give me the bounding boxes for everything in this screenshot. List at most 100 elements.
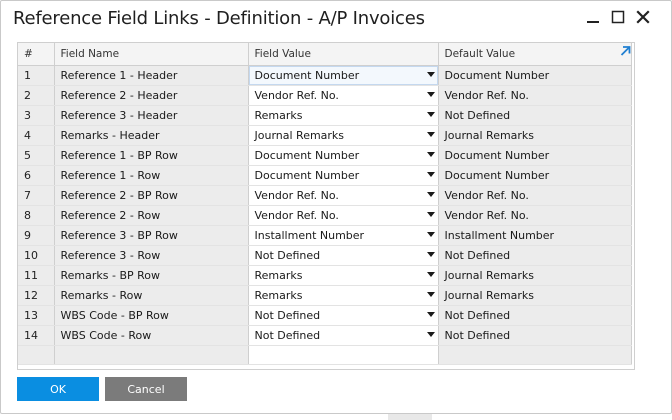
row-number: 7 (18, 185, 55, 206)
table-row[interactable]: 11 Remarks - BP Row Remarks Journal Rema… (18, 265, 632, 286)
default-value-cell: Journal Remarks (438, 265, 632, 286)
column-header-default-value[interactable]: Default Value (438, 43, 632, 66)
field-value-text: Document Number (254, 169, 360, 182)
field-value-dropdown[interactable]: Document Number (248, 65, 439, 86)
table-row[interactable]: 9 Reference 3 - BP Row Installment Numbe… (18, 225, 632, 246)
maximize-icon (611, 10, 625, 24)
field-value-text: Not Defined (254, 309, 321, 322)
default-value-cell: Vendor Ref. No. (438, 85, 632, 106)
field-value-dropdown[interactable] (248, 345, 439, 365)
title-bar[interactable]: Reference Field Links - Definition - A/P… (1, 1, 671, 37)
default-value-cell: Not Defined (438, 325, 632, 346)
field-value-dropdown[interactable]: Vendor Ref. No. (248, 205, 439, 226)
row-number: 13 (18, 305, 55, 326)
dropdown-arrow-icon[interactable] (426, 112, 435, 117)
default-value-cell: Journal Remarks (438, 285, 632, 306)
dropdown-arrow-icon[interactable] (426, 232, 435, 237)
field-name-cell: Remarks - Header (54, 125, 249, 146)
dropdown-arrow-icon[interactable] (426, 152, 435, 157)
field-value-text: Remarks (254, 109, 303, 122)
field-value-dropdown[interactable]: Vendor Ref. No. (248, 85, 439, 106)
grid-header-row: # Field Name Field Value Default Value (18, 43, 632, 66)
table-row[interactable]: 2 Reference 2 - Header Vendor Ref. No. V… (18, 85, 632, 106)
row-number (18, 345, 55, 365)
table-row[interactable]: 6 Reference 1 - Row Document Number Docu… (18, 165, 632, 186)
field-value-dropdown[interactable]: Remarks (248, 105, 439, 126)
table-row[interactable]: 13 WBS Code - BP Row Not Defined Not Def… (18, 305, 632, 326)
cancel-button-label: Cancel (127, 382, 165, 396)
column-header-number[interactable]: # (18, 43, 55, 66)
dropdown-arrow-icon[interactable] (426, 292, 435, 297)
field-name-cell: WBS Code - Row (54, 325, 249, 346)
dropdown-arrow-icon[interactable] (426, 92, 435, 97)
maximize-button[interactable] (606, 5, 630, 29)
row-number: 4 (18, 125, 55, 146)
dropdown-arrow-icon[interactable] (426, 132, 435, 137)
field-value-dropdown[interactable]: Journal Remarks (248, 125, 439, 146)
default-value-cell: Installment Number (438, 225, 632, 246)
field-value-text: Not Defined (254, 249, 321, 262)
field-value-dropdown[interactable]: Not Defined (248, 325, 439, 346)
field-name-cell (54, 345, 249, 365)
field-name-cell: Reference 3 - BP Row (54, 225, 249, 246)
dropdown-arrow-icon[interactable] (426, 172, 435, 177)
row-number: 6 (18, 165, 55, 186)
table-row[interactable]: 1 Reference 1 - Header Document Number D… (18, 65, 632, 86)
dropdown-arrow-icon[interactable] (426, 72, 435, 77)
ok-button-label: OK (50, 382, 66, 396)
field-value-dropdown[interactable]: Remarks (248, 265, 439, 286)
table-row[interactable]: 3 Reference 3 - Header Remarks Not Defin… (18, 105, 632, 126)
empty-table-row[interactable] (18, 345, 632, 365)
table-row[interactable]: 12 Remarks - Row Remarks Journal Remarks (18, 285, 632, 306)
table-row[interactable]: 8 Reference 2 - Row Vendor Ref. No. Vend… (18, 205, 632, 226)
minimize-button[interactable] (581, 5, 605, 29)
column-header-field-name[interactable]: Field Name (54, 43, 249, 66)
background-strip (388, 414, 432, 420)
field-value-dropdown[interactable]: Document Number (248, 145, 439, 166)
field-name-cell: Reference 1 - BP Row (54, 145, 249, 166)
dropdown-arrow-icon[interactable] (426, 272, 435, 277)
dropdown-arrow-icon[interactable] (426, 312, 435, 317)
field-value-text: Vendor Ref. No. (254, 209, 339, 222)
row-number: 14 (18, 325, 55, 346)
field-name-cell: Reference 1 - Header (54, 65, 249, 86)
field-value-dropdown[interactable]: Not Defined (248, 245, 439, 266)
field-value-dropdown[interactable]: Document Number (248, 165, 439, 186)
cancel-button[interactable]: Cancel (105, 377, 187, 401)
field-name-cell: Reference 2 - Row (54, 205, 249, 226)
field-value-text: Vendor Ref. No. (254, 189, 339, 202)
row-number: 11 (18, 265, 55, 286)
row-number: 3 (18, 105, 55, 126)
reference-links-grid: # Field Name Field Value Default Value 1… (17, 42, 635, 370)
field-value-dropdown[interactable]: Installment Number (248, 225, 439, 246)
ok-button[interactable]: OK (17, 377, 99, 401)
minimize-icon (587, 21, 599, 23)
row-number: 9 (18, 225, 55, 246)
dropdown-arrow-icon[interactable] (426, 192, 435, 197)
dialog-window: Reference Field Links - Definition - A/P… (0, 0, 672, 414)
row-number: 1 (18, 65, 55, 86)
row-number: 2 (18, 85, 55, 106)
field-value-dropdown[interactable]: Vendor Ref. No. (248, 185, 439, 206)
default-value-cell: Vendor Ref. No. (438, 205, 632, 226)
field-name-cell: Remarks - BP Row (54, 265, 249, 286)
close-button[interactable] (631, 5, 655, 29)
row-number: 5 (18, 145, 55, 166)
column-header-field-value[interactable]: Field Value (248, 43, 439, 66)
field-value-dropdown[interactable]: Not Defined (248, 305, 439, 326)
field-value-text: Vendor Ref. No. (254, 89, 339, 102)
field-name-cell: Reference 3 - Row (54, 245, 249, 266)
default-value-cell: Not Defined (438, 105, 632, 126)
field-name-cell: Reference 1 - Row (54, 165, 249, 186)
table-row[interactable]: 7 Reference 2 - BP Row Vendor Ref. No. V… (18, 185, 632, 206)
field-value-dropdown[interactable]: Remarks (248, 285, 439, 306)
dropdown-arrow-icon[interactable] (426, 332, 435, 337)
table-row[interactable]: 14 WBS Code - Row Not Defined Not Define… (18, 325, 632, 346)
table-row[interactable]: 5 Reference 1 - BP Row Document Number D… (18, 145, 632, 166)
table-row[interactable]: 4 Remarks - Header Journal Remarks Journ… (18, 125, 632, 146)
table-row[interactable]: 10 Reference 3 - Row Not Defined Not Def… (18, 245, 632, 266)
expand-arrow-button[interactable] (617, 43, 633, 59)
dropdown-arrow-icon[interactable] (426, 252, 435, 257)
dropdown-arrow-icon[interactable] (426, 212, 435, 217)
expand-arrow-icon (620, 46, 631, 56)
